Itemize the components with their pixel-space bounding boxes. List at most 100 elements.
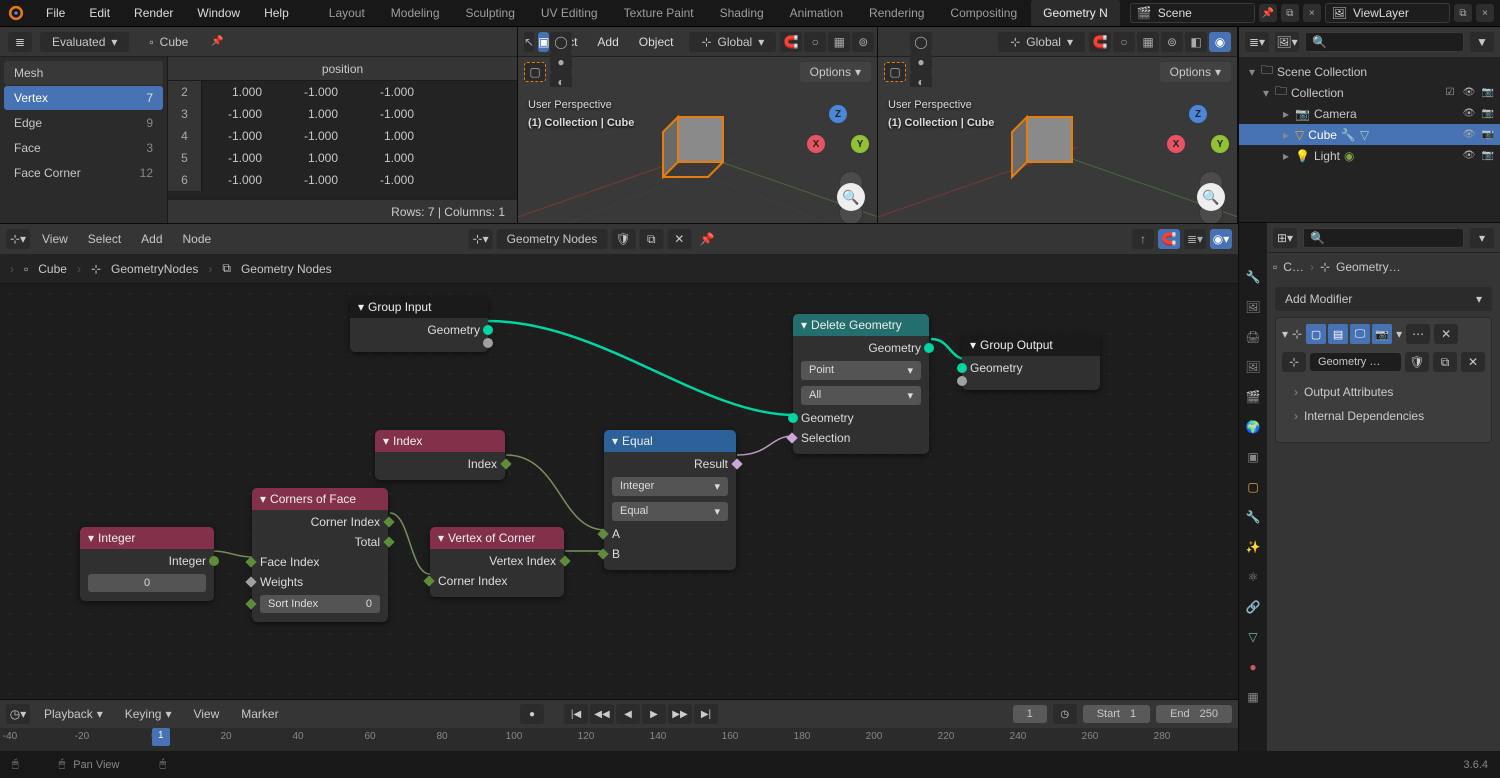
tab-object-icon[interactable]: ▢ [1243,477,1263,497]
tab-viewlayer-icon[interactable]: 🖼 [1243,357,1263,377]
extras-icon[interactable]: ⋯ [1406,324,1430,344]
pin-icon[interactable]: 📌 [208,33,226,51]
realtime-toggle-icon[interactable]: ▢ [1306,324,1326,344]
node-group-output[interactable]: ▾Group Output Geometry [962,334,1100,390]
node-vertex-of-corner[interactable]: ▾Vertex of Corner Vertex Index Corner In… [430,527,564,597]
menu-help[interactable]: Help [254,2,299,24]
outliner-search[interactable]: 🔍 [1305,32,1464,52]
zoom-lens-icon[interactable]: 🔍 [837,183,865,211]
add-modifier-button[interactable]: Add Modifier▾ [1275,287,1492,311]
cube-item[interactable]: ▸ ▽Cube 🔧▽ 👁📷 [1239,124,1500,145]
domain-vertex[interactable]: Vertex7 [4,86,163,110]
camera-icon[interactable]: 📷 [1480,85,1496,101]
domain-face[interactable]: Face3 [4,136,163,160]
tab-physics-icon[interactable]: ⚛ [1243,567,1263,587]
viewport-3d-left[interactable]: ↖ ▣ ect Add Object ⊹ Global ▾ 🧲 ○ ▦ ⊚ ▢ … [518,27,878,223]
viewlayer-selector[interactable]: 🖼 [1325,3,1450,23]
ws-tab-rendering[interactable]: Rendering [857,0,936,26]
domain-edge[interactable]: Edge9 [4,111,163,135]
viewport-canvas[interactable]: User Perspective (1) Collection | Cube Z… [878,87,1237,223]
xray-icon[interactable]: ◧ [1185,32,1207,52]
editor-type-properties-icon[interactable]: ⊞▾ [1273,228,1297,248]
tab-render-icon[interactable]: 🖼 [1243,297,1263,317]
node-corners-of-face[interactable]: ▾Corners of Face Corner Index Total Face… [252,488,388,622]
overlays-icon[interactable]: ⊚ [1161,32,1183,52]
orientation-dropdown[interactable]: ⊹ Global ▾ [689,32,776,52]
display-mode-icon[interactable]: 🖼▾ [1275,32,1299,52]
end-frame-field[interactable]: End250 [1156,705,1232,723]
jump-end-icon[interactable]: ▶| [694,704,718,724]
menu-object[interactable]: Object [631,32,682,52]
scene-name-input[interactable] [1158,6,1248,20]
navigation-gizmo[interactable]: Z X Y [1173,113,1223,163]
snap-icon[interactable]: 🧲 [780,32,802,52]
start-frame-field[interactable]: Start1 [1083,705,1150,723]
unlink-icon[interactable]: ✕ [667,229,691,249]
menu-add[interactable]: Add [589,32,626,52]
axis-y-icon[interactable]: Y [851,135,869,153]
tab-collection-icon[interactable]: ▣ [1243,447,1263,467]
ws-tab-sculpting[interactable]: Sculpting [454,0,527,26]
tab-scene-icon[interactable]: 🎬 [1243,387,1263,407]
axis-x-icon[interactable]: X [1167,135,1185,153]
menu-window[interactable]: Window [187,2,250,24]
node-index[interactable]: ▾Index Index [375,430,505,480]
internal-deps-panel[interactable]: ›Internal Dependencies [1276,404,1491,428]
marker-menu[interactable]: Marker [233,704,286,724]
menu-view[interactable]: View [34,229,76,249]
ws-tab-animation[interactable]: Animation [778,0,855,26]
shield-icon[interactable]: 🛡 [611,229,635,249]
axis-y-icon[interactable]: Y [1211,135,1229,153]
ws-tab-modeling[interactable]: Modeling [379,0,452,26]
playback-menu[interactable]: Playback ▾ [36,704,111,724]
domain-face-corner[interactable]: Face Corner12 [4,161,163,185]
shield-icon[interactable]: 🛡 [1405,352,1429,372]
menu-file[interactable]: File [36,2,75,24]
parent-tree-icon[interactable]: ↑ [1132,229,1154,249]
geometry-node-editor[interactable]: ⊹▾ View Select Add Node ⊹▾ Geometry Node… [0,223,1238,751]
ws-tab-compositing[interactable]: Compositing [938,0,1029,26]
editor-type-spreadsheet-icon[interactable]: ≣ [8,32,32,52]
timeline-cursor[interactable]: 1 [152,728,170,746]
axis-z-icon[interactable]: Z [829,105,847,123]
menu-render[interactable]: Render [124,2,183,24]
ws-tab-shading[interactable]: Shading [708,0,776,26]
snap-icon[interactable]: 🧲 [1089,32,1111,52]
sort-index-field[interactable]: Sort Index0 [260,595,380,613]
camera-item[interactable]: ▸ 📷Camera 👁📷 [1239,103,1500,124]
menu-add[interactable]: Add [133,229,170,249]
tab-modifiers-icon[interactable]: 🔧 [1243,507,1263,527]
camera-icon[interactable]: 📷 [1480,106,1496,122]
axis-z-icon[interactable]: Z [1189,105,1207,123]
camera-icon[interactable]: 📷 [1480,148,1496,164]
overlay-node-icon[interactable]: ≣▾ [1184,229,1206,249]
tab-particles-icon[interactable]: ✨ [1243,537,1263,557]
viewport-3d-right[interactable]: ⊹ Global ▾ 🧲 ○ ▦ ⊚ ◧ ◉ ▢ ◯ ● ◐ ◉ Options… [878,27,1238,223]
autokey-icon[interactable]: ● [520,704,544,724]
scene-selector[interactable]: 🎬 [1130,3,1255,23]
viewport-canvas[interactable]: User Perspective (1) Collection | Cube Z… [518,87,877,223]
jump-start-icon[interactable]: |◀ [564,704,588,724]
delete-scene-icon[interactable]: × [1303,4,1321,22]
axis-x-icon[interactable]: X [807,135,825,153]
edit-mode-toggle-icon[interactable]: ▤ [1328,324,1348,344]
menu-edit[interactable]: Edit [79,2,120,24]
chevron-down-icon[interactable]: ▾ [1282,327,1288,341]
copy-icon[interactable]: ⧉ [639,229,663,249]
tab-output-icon[interactable]: 🖨 [1243,327,1263,347]
eye-icon[interactable]: 👁 [1461,106,1477,122]
node-equal[interactable]: ▾Equal Result Integer▾ Equal▾ A B [604,430,736,570]
integer-value-field[interactable]: 0 [88,574,206,592]
menu-node[interactable]: Node [175,229,220,249]
unlink-icon[interactable]: ✕ [1461,352,1485,372]
node-tree-name[interactable]: Geometry Nodes [497,229,608,249]
shading-solid-icon[interactable]: ● [910,52,932,72]
viewport-options-button[interactable]: Options ▾ [1160,62,1231,82]
orientation-dropdown[interactable]: ⊹ Global ▾ [998,32,1085,52]
overlays-icon[interactable]: ⊚ [852,32,874,52]
chevron-down-icon[interactable]: ▾ [1396,327,1402,341]
menu-select[interactable]: Select [80,229,129,249]
shading-wire-icon[interactable]: ◯ [910,32,932,52]
domain-field[interactable]: Point▾ [801,361,921,380]
mode-field[interactable]: All▾ [801,386,921,405]
